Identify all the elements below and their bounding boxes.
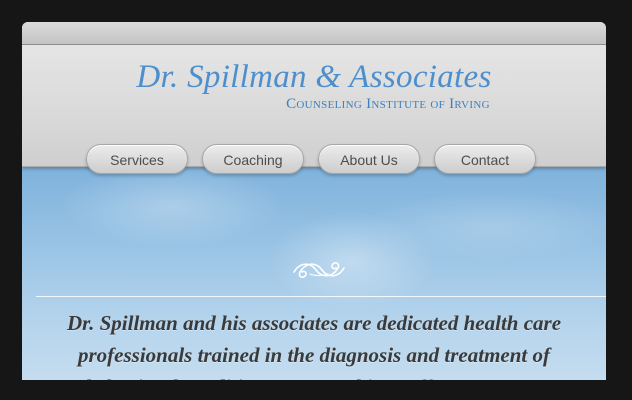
hero-section: Dr. Spillman and his associates are dedi… bbox=[22, 166, 606, 380]
window-top-bar bbox=[22, 22, 606, 45]
nav-about-us-button[interactable]: About Us bbox=[318, 144, 420, 174]
hero-intro-text: Dr. Spillman and his associates are dedi… bbox=[22, 307, 606, 380]
site-header: Dr. Spillman & Associates Counseling Ins… bbox=[22, 45, 606, 174]
nav-contact-button[interactable]: Contact bbox=[434, 144, 536, 174]
site-title[interactable]: Dr. Spillman & Associates bbox=[22, 61, 606, 94]
ornamental-flourish-icon bbox=[293, 261, 345, 279]
hero-divider bbox=[36, 296, 606, 297]
site-subtitle: Counseling Institute of Irving bbox=[286, 96, 490, 112]
hero-line-2: professionals trained in the diagnosis a… bbox=[78, 343, 550, 367]
nav-services-button[interactable]: Services bbox=[86, 144, 188, 174]
hero-line-3: behavioral conditions. Our goal is to of… bbox=[22, 371, 606, 380]
nav-coaching-button[interactable]: Coaching bbox=[202, 144, 304, 174]
hero-line-1: Dr. Spillman and his associates are dedi… bbox=[66, 311, 562, 335]
browser-window: Dr. Spillman & Associates Counseling Ins… bbox=[22, 22, 606, 380]
